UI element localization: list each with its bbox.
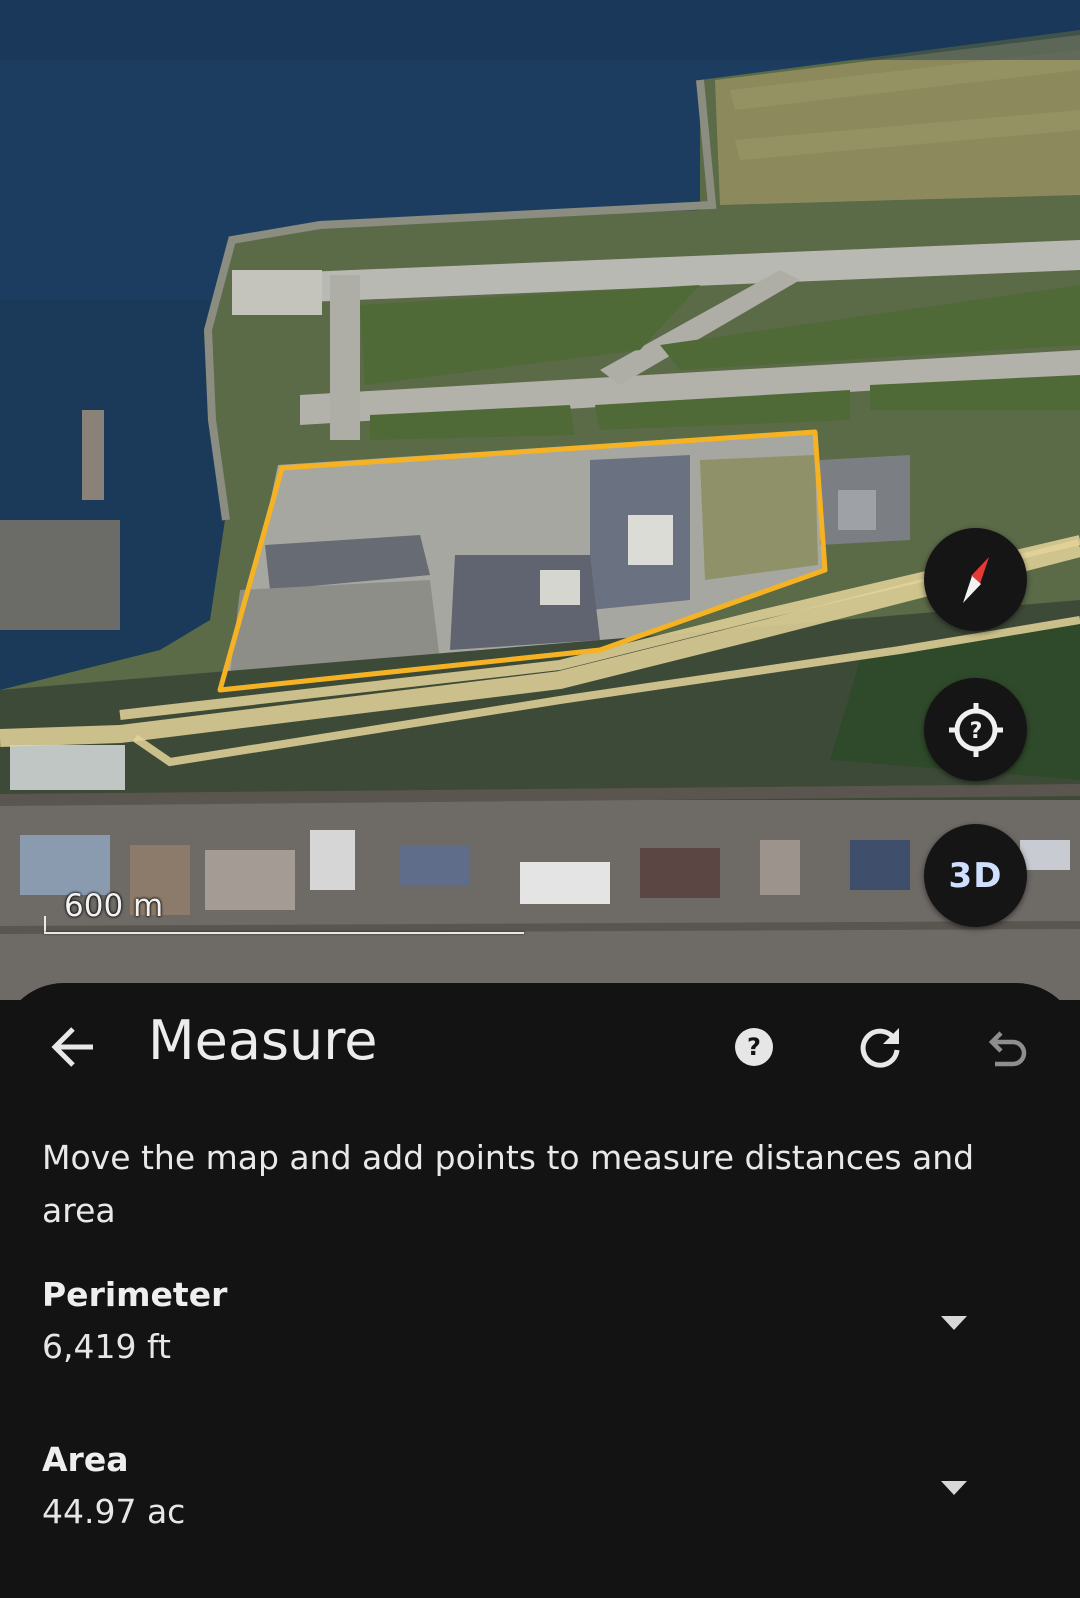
perimeter-row[interactable]: Perimeter 6,419 ft: [0, 1275, 1080, 1395]
map-scale-bar: 600 m: [44, 888, 524, 934]
my-location-button[interactable]: ?: [924, 678, 1027, 781]
dropdown-arrow-icon: [941, 1316, 967, 1330]
area-row[interactable]: Area 44.97 ac: [0, 1440, 1080, 1560]
3d-label: 3D: [948, 855, 1003, 896]
undo-button[interactable]: [972, 1013, 1040, 1081]
refresh-icon: [860, 1028, 900, 1068]
satellite-map[interactable]: 600 m ? 3D: [0, 0, 1080, 1000]
scale-label: 600 m: [64, 888, 164, 924]
svg-text:?: ?: [969, 719, 982, 744]
3d-toggle-button[interactable]: 3D: [924, 824, 1027, 927]
undo-icon: [988, 1031, 1027, 1067]
compass-button[interactable]: [924, 528, 1027, 631]
measure-sheet: Measure ? Move the map and add points to…: [0, 983, 1080, 1598]
svg-text:?: ?: [747, 1033, 761, 1061]
perimeter-label: Perimeter: [42, 1275, 228, 1314]
dropdown-arrow-icon: [941, 1481, 967, 1495]
back-button[interactable]: [40, 1013, 108, 1081]
compass-icon: [962, 556, 989, 603]
location-help-icon: ?: [948, 702, 1003, 757]
area-unit-dropdown[interactable]: [928, 1462, 980, 1514]
help-circle-icon: ?: [735, 1028, 773, 1066]
perimeter-unit-dropdown[interactable]: [928, 1297, 980, 1349]
help-button[interactable]: ?: [720, 1013, 788, 1081]
refresh-button[interactable]: [846, 1013, 914, 1081]
area-value: 44.97 ac: [42, 1492, 186, 1531]
page-title: Measure: [148, 1009, 378, 1072]
area-label: Area: [42, 1440, 129, 1479]
perimeter-value: 6,419 ft: [42, 1327, 171, 1366]
sheet-header: Measure ?: [0, 983, 1080, 1123]
measure-description: Move the map and add points to measure d…: [42, 1138, 975, 1230]
arrow-back-icon: [51, 1027, 93, 1067]
map-imagery: [0, 0, 1080, 1000]
